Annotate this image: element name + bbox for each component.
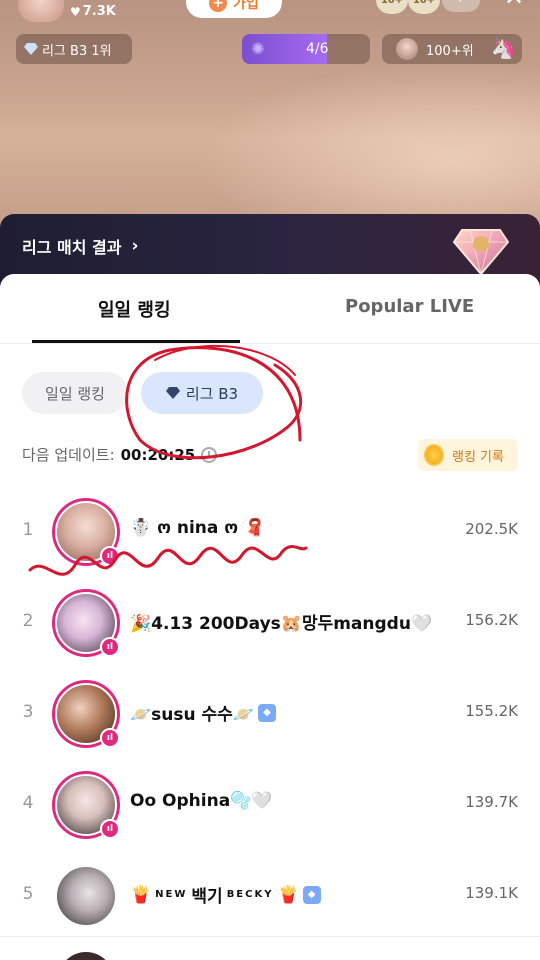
- filter-chip-league[interactable]: 리그 B3: [141, 372, 263, 414]
- name-main-text: 백기: [191, 887, 223, 907]
- hourly-rank-label: 100+위: [426, 43, 474, 59]
- rank-number: 3: [22, 702, 34, 722]
- tab-popular-live[interactable]: Popular LIVE: [345, 296, 474, 317]
- avatar[interactable]: ıl: [52, 771, 120, 839]
- goal-progress-pill[interactable]: ✺ 4/6: [242, 34, 370, 64]
- verified-icon: ◆: [302, 885, 321, 904]
- live-icon: ıl: [100, 546, 120, 566]
- unicorn-icon: 🦄: [491, 36, 516, 60]
- avatar[interactable]: ıl: [52, 589, 120, 657]
- host-avatar[interactable]: [18, 0, 64, 22]
- next-update-time: 00:20:25: [120, 445, 196, 464]
- chevron-right-icon: ›: [131, 236, 139, 256]
- streamer-name: 🎉4.13 200Days🐹망두mangdu🤍: [130, 614, 433, 634]
- ranking-row[interactable]: 4 ıl Oo Ophina🫧🤍 139.7K: [0, 757, 540, 849]
- avatar[interactable]: [52, 862, 120, 930]
- live-top-bar: ♥ 7.3K + 가입 10+ 10+ › ✕: [0, 0, 540, 22]
- rank-number: 4: [22, 793, 34, 813]
- ranking-record-button[interactable]: 랭킹 기록: [418, 439, 518, 471]
- next-update-row: 다음 업데이트: 00:20:25: [22, 444, 218, 465]
- streamer-score: 139.1K: [465, 884, 518, 902]
- ranking-row[interactable]: 5 🍟 NEW 백기 BECKY 🍟 ◆ 139.1K: [0, 848, 540, 940]
- filter-chip-label: 리그 B3: [185, 384, 239, 403]
- name-emoji: 🍟: [277, 884, 299, 905]
- hourly-rank-pill[interactable]: 100+위 🦄: [382, 34, 522, 64]
- ranking-row[interactable]: 2 ıl 🎉4.13 200Days🐹망두mangdu🤍 156.2K: [0, 575, 540, 667]
- streamer-name: ☃️ ო nina ო 🧣: [130, 518, 266, 538]
- rank-number: 2: [22, 611, 34, 631]
- progress-text: 4/6: [306, 41, 329, 57]
- mini-avatar: [396, 38, 418, 60]
- host-likes: ♥ 7.3K: [70, 4, 116, 19]
- rank-number: 5: [22, 884, 34, 904]
- name-small-text: NEW: [155, 889, 188, 900]
- filter-chip-label: 일일 랭킹: [45, 384, 105, 403]
- join-label: 가입: [233, 0, 259, 12]
- firework-icon: ✺: [251, 39, 265, 58]
- streamer-name: 🪐susu 수수🪐 ◆: [130, 700, 276, 725]
- streamer-score: 155.2K: [465, 702, 518, 720]
- streamer-name: 🍟 NEW 백기 BECKY 🍟 ◆: [130, 882, 321, 907]
- avatar-image: [55, 865, 117, 927]
- heart-icon: ♥: [70, 4, 81, 19]
- league-rank-label: 리그 B3 1위: [42, 43, 112, 59]
- join-button[interactable]: + 가입: [186, 0, 282, 18]
- league-match-label: 리그 매치 결과: [22, 238, 122, 257]
- avatar[interactable]: ıl: [52, 680, 120, 748]
- viewer-badge: 10+: [408, 0, 440, 14]
- avatar: [58, 952, 114, 960]
- rank-number: 1: [22, 520, 34, 540]
- plus-icon: +: [209, 0, 228, 12]
- list-divider: [0, 936, 540, 937]
- streamer-score: 202.5K: [465, 520, 518, 538]
- ranking-sheet: 일일 랭킹 Popular LIVE 일일 랭킹 리그 B3 다음 업데이트: …: [0, 274, 540, 960]
- ranking-tabs: 일일 랭킹 Popular LIVE: [0, 274, 540, 344]
- league-match-title[interactable]: 리그 매치 결과 ›: [22, 234, 138, 258]
- name-emoji: 🍟: [130, 884, 152, 905]
- ranking-record-label: 랭킹 기록: [452, 449, 504, 465]
- tab-daily-ranking[interactable]: 일일 랭킹: [98, 296, 171, 322]
- live-icon: ıl: [100, 819, 120, 839]
- name-small-text: BECKY: [226, 889, 274, 900]
- ranking-row-peek[interactable]: [0, 938, 540, 960]
- viewer-badges[interactable]: 10+ 10+: [376, 0, 440, 14]
- live-icon: ıl: [100, 728, 120, 748]
- medal-icon: [424, 444, 444, 466]
- more-icon[interactable]: ›: [442, 0, 480, 12]
- streamer-name-text: 🪐susu 수수🪐: [130, 705, 254, 725]
- filter-chip-daily[interactable]: 일일 랭킹: [22, 372, 128, 414]
- streamer-score: 156.2K: [465, 611, 518, 629]
- verified-icon: ◆: [257, 703, 276, 722]
- avatar[interactable]: ıl: [52, 498, 120, 566]
- live-icon: ıl: [100, 637, 120, 657]
- clock-icon[interactable]: [201, 446, 218, 463]
- diamond-icon: [165, 387, 180, 399]
- diamond-icon: [24, 43, 38, 55]
- league-rank-pill[interactable]: 리그 B3 1위: [16, 34, 132, 64]
- viewer-badge: 10+: [376, 0, 408, 14]
- gem-trophy-icon: [452, 229, 510, 276]
- next-update-label: 다음 업데이트:: [22, 446, 115, 464]
- likes-count: 7.3K: [82, 4, 116, 19]
- close-icon[interactable]: ✕: [500, 0, 528, 12]
- streamer-score: 139.7K: [465, 793, 518, 811]
- streamer-name: Oo Ophina🫧🤍: [130, 791, 273, 811]
- ranking-row[interactable]: 3 ıl 🪐susu 수수🪐 ◆ 155.2K: [0, 666, 540, 758]
- tab-active-indicator: [32, 340, 240, 343]
- ranking-row[interactable]: 1 ıl ☃️ ო nina ო 🧣 202.5K: [0, 484, 540, 576]
